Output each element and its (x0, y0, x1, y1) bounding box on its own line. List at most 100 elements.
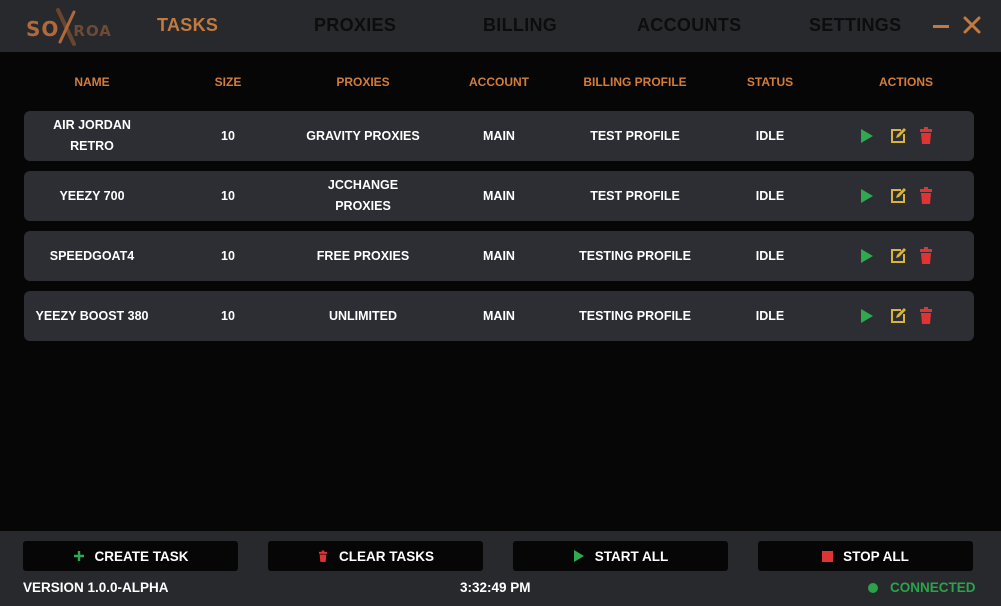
task-billing-profile: TESTING PROFILE (579, 308, 691, 323)
task-size: 10 (221, 308, 235, 323)
edit-task-button[interactable] (889, 187, 907, 205)
tab-proxies[interactable]: PROXIES (314, 15, 396, 36)
task-account: MAIN (483, 248, 515, 263)
column-header-billing-profile: BILLING PROFILE (583, 75, 687, 89)
connection-status: CONNECTED (868, 580, 976, 595)
start-task-button[interactable] (858, 187, 876, 205)
trash-icon (920, 187, 932, 204)
trash-icon (920, 127, 932, 144)
play-icon (861, 189, 873, 203)
stop-all-label: STOP ALL (843, 548, 909, 564)
edit-icon (891, 248, 906, 263)
create-task-label: CREATE TASK (94, 548, 189, 564)
delete-task-button[interactable] (917, 187, 935, 205)
app-logo: SO ROA (26, 8, 114, 46)
task-row: YEEZY BOOST 380 10 UNLIMITED MAIN TESTIN… (24, 291, 974, 341)
delete-task-button[interactable] (917, 247, 935, 265)
task-account: MAIN (483, 188, 515, 203)
task-proxies-line: JCCHANGE (327, 178, 399, 192)
logo-x-mark (56, 8, 76, 46)
start-task-button[interactable] (858, 127, 876, 145)
column-header-status: STATUS (746, 75, 794, 89)
task-actions (858, 127, 938, 145)
task-actions (858, 307, 938, 325)
top-bar: SO ROA TASKS PROXIES BILLING ACCOUNTS SET… (0, 0, 1001, 52)
column-header-proxies: PROXIES (336, 75, 390, 89)
task-billing-profile: TEST PROFILE (590, 128, 680, 143)
task-name: SPEEDGOAT4 (32, 231, 152, 281)
column-header-name: NAME (74, 75, 110, 89)
task-name-line: AIR JORDAN (53, 118, 131, 132)
task-name-line: SPEEDGOAT4 (49, 248, 135, 263)
edit-icon (891, 308, 906, 323)
task-proxies-line: FREE PROXIES (316, 248, 410, 263)
trash-icon (920, 247, 932, 264)
edit-icon (891, 188, 906, 203)
task-proxies: UNLIMITED (303, 291, 423, 341)
stop-all-button[interactable]: STOP ALL (758, 541, 973, 571)
task-actions (858, 187, 938, 205)
edit-task-button[interactable] (889, 307, 907, 325)
logo-text-faded: ROA (73, 22, 112, 40)
clock: 3:32:49 PM (460, 580, 531, 595)
plus-icon (73, 550, 85, 562)
column-header-size: SIZE (214, 75, 242, 89)
tab-settings[interactable]: SETTINGS (809, 15, 901, 36)
task-row: SPEEDGOAT4 10 FREE PROXIES MAIN TESTING … (24, 231, 974, 281)
tab-tasks[interactable]: TASKS (157, 15, 218, 36)
clear-tasks-label: CLEAR TASKS (338, 548, 434, 564)
task-status: IDLE (755, 188, 785, 203)
start-all-label: START ALL (594, 548, 669, 564)
connection-status-label: CONNECTED (890, 580, 976, 595)
task-size: 10 (221, 128, 235, 143)
edit-task-button[interactable] (889, 247, 907, 265)
minus-icon (933, 25, 949, 28)
create-task-button[interactable]: CREATE TASK (23, 541, 238, 571)
task-name: YEEZY 700 (32, 171, 152, 221)
start-task-button[interactable] (858, 247, 876, 265)
minimize-button[interactable] (930, 14, 952, 36)
stop-icon (822, 550, 834, 562)
task-billing-profile: TESTING PROFILE (579, 248, 691, 263)
column-header-actions: ACTIONS (879, 75, 933, 89)
bottom-bar: CREATE TASK CLEAR TASKS START ALL STOP A… (0, 531, 1001, 606)
task-status: IDLE (755, 308, 785, 323)
play-icon (861, 249, 873, 263)
task-status: IDLE (755, 128, 785, 143)
task-status: IDLE (755, 248, 785, 263)
version-label: VERSION 1.0.0-ALPHA (23, 580, 169, 595)
task-size: 10 (221, 248, 235, 263)
delete-task-button[interactable] (917, 307, 935, 325)
delete-task-button[interactable] (917, 127, 935, 145)
close-button[interactable] (961, 14, 983, 36)
tab-accounts[interactable]: ACCOUNTS (637, 15, 741, 36)
trash-icon (317, 550, 329, 563)
task-proxies-line: PROXIES (335, 199, 391, 213)
task-row: YEEZY 700 10 JCCHANGE PROXIES MAIN TEST P… (24, 171, 974, 221)
task-name-line: YEEZY BOOST 380 (35, 308, 149, 323)
tab-billing[interactable]: BILLING (483, 15, 557, 36)
task-proxies-line: UNLIMITED (328, 308, 398, 323)
task-actions (858, 247, 938, 265)
task-name: YEEZY BOOST 380 (27, 291, 157, 341)
play-icon (573, 550, 585, 562)
task-proxies: JCCHANGE PROXIES (303, 171, 423, 221)
column-header-account: ACCOUNT (469, 75, 529, 89)
start-all-button[interactable]: START ALL (513, 541, 728, 571)
task-name: AIR JORDAN RETRO (32, 111, 152, 161)
task-row: AIR JORDAN RETRO 10 GRAVITY PROXIES MAIN … (24, 111, 974, 161)
status-dot-icon (868, 582, 878, 593)
task-proxies: GRAVITY PROXIES (303, 111, 423, 161)
edit-task-button[interactable] (889, 127, 907, 145)
task-account: MAIN (483, 308, 515, 323)
task-proxies-line: GRAVITY PROXIES (306, 128, 420, 143)
trash-icon (920, 307, 932, 324)
task-name-line: RETRO (70, 139, 114, 153)
clear-tasks-button[interactable]: CLEAR TASKS (268, 541, 483, 571)
task-account: MAIN (483, 128, 515, 143)
close-icon (963, 16, 981, 34)
play-icon (861, 129, 873, 143)
task-size: 10 (221, 188, 235, 203)
start-task-button[interactable] (858, 307, 876, 325)
task-proxies: FREE PROXIES (303, 231, 423, 281)
